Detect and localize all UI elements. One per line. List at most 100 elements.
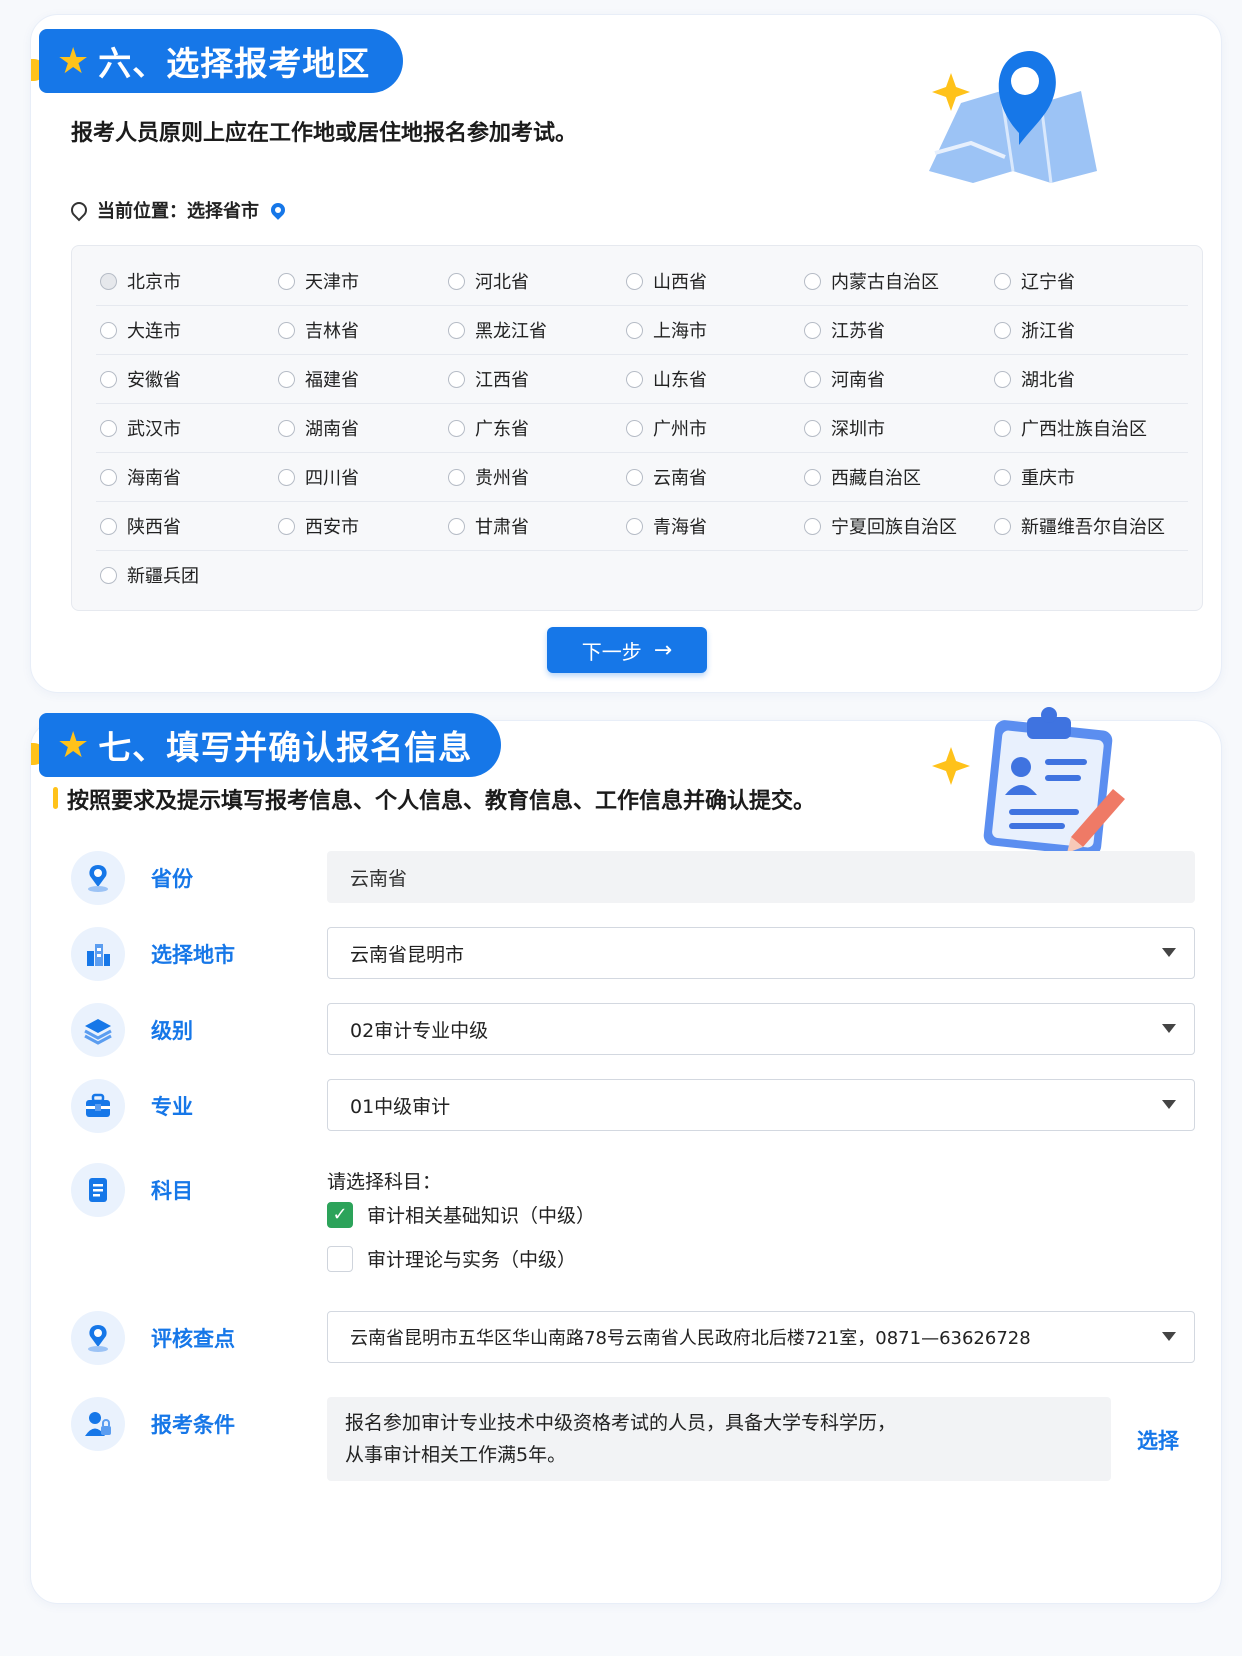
region-option[interactable]: 吉林省 [278,317,359,343]
region-option[interactable]: 广州市 [626,415,707,441]
province-field: 云南省 [327,851,1195,903]
region-option[interactable]: 四川省 [278,464,359,490]
region-option[interactable]: 湖南省 [278,415,359,441]
radio-button[interactable] [626,517,643,535]
radio-button[interactable] [100,321,117,339]
region-option[interactable]: 新疆维吾尔自治区 [994,513,1165,539]
major-select[interactable]: 01中级审计 [327,1079,1195,1131]
region-option[interactable]: 山东省 [626,366,707,392]
region-option[interactable]: 湖北省 [994,366,1075,392]
region-option[interactable]: 福建省 [278,366,359,392]
radio-button[interactable] [448,468,465,486]
radio-button[interactable] [278,468,295,486]
radio-button[interactable] [448,370,465,388]
condition-select-link[interactable]: 选择 [1137,1425,1179,1455]
region-option[interactable]: 深圳市 [804,415,885,441]
radio-button[interactable] [804,370,821,388]
radio-button[interactable] [100,566,117,584]
region-row: 北京市 天津市 河北省 山西省 内蒙古自治区 辽宁省 [96,256,1188,306]
region-option[interactable]: 广东省 [448,415,529,441]
checkbox-unchecked[interactable] [327,1245,353,1272]
region-option[interactable]: 辽宁省 [994,268,1075,294]
radio-button[interactable] [626,370,643,388]
radio-button[interactable] [994,321,1011,339]
city-row: 选择地市 云南省昆明市 [71,925,1201,985]
radio-button[interactable] [804,321,821,339]
review-point-select[interactable]: 云南省昆明市五华区华山南路78号云南省人民政府北后楼721室，0871—6362… [327,1311,1195,1363]
radio-button[interactable] [626,419,643,437]
radio-button[interactable] [278,517,295,535]
region-option[interactable]: 广西壮族自治区 [994,415,1147,441]
radio-button[interactable] [278,272,295,290]
radio-button[interactable] [804,517,821,535]
region-option-label: 大连市 [127,321,181,342]
condition-line-1: 报名参加审计专业技术中级资格考试的人员，具备大学专科学历， [345,1412,897,1434]
radio-button[interactable] [278,321,295,339]
region-option-label: 河北省 [475,272,529,293]
region-option[interactable]: 西安市 [278,513,359,539]
region-option[interactable]: 山西省 [626,268,707,294]
radio-button[interactable] [994,272,1011,290]
radio-button[interactable] [448,272,465,290]
location-pin-icon[interactable] [268,200,288,220]
region-option[interactable]: 青海省 [626,513,707,539]
subject-option-basic[interactable]: ✓ 审计相关基础知识（中级） [327,1201,595,1228]
city-select-value: 云南省昆明市 [350,943,465,966]
chevron-down-icon [1162,1024,1176,1033]
region-row: 安徽省 福建省 江西省 山东省 河南省 湖北省 [96,354,1188,404]
radio-button[interactable] [994,468,1011,486]
region-option[interactable]: 西藏自治区 [804,464,921,490]
radio-button[interactable] [448,419,465,437]
region-option-label: 广东省 [475,419,529,440]
region-option[interactable]: 北京市 [100,268,181,294]
subject-option-practice[interactable]: 审计理论与实务（中级） [327,1245,576,1272]
region-option[interactable]: 贵州省 [448,464,529,490]
radio-button[interactable] [804,468,821,486]
next-step-button[interactable]: 下一步 → [547,627,707,673]
region-option[interactable]: 甘肃省 [448,513,529,539]
region-option[interactable]: 江苏省 [804,317,885,343]
region-row: 新疆兵团 [96,550,1188,599]
radio-button[interactable] [804,272,821,290]
radio-button[interactable] [994,419,1011,437]
region-option[interactable]: 武汉市 [100,415,181,441]
level-select-value: 02审计专业中级 [350,1019,489,1042]
radio-button[interactable] [626,468,643,486]
radio-button[interactable] [994,370,1011,388]
radio-button[interactable] [804,419,821,437]
region-option[interactable]: 浙江省 [994,317,1075,343]
region-option[interactable]: 内蒙古自治区 [804,268,939,294]
region-option-label: 江苏省 [831,321,885,342]
region-option[interactable]: 海南省 [100,464,181,490]
checkbox-checked[interactable]: ✓ [327,1201,353,1228]
region-option[interactable]: 河南省 [804,366,885,392]
radio-button[interactable] [278,370,295,388]
region-option[interactable]: 江西省 [448,366,529,392]
radio-button[interactable] [626,321,643,339]
radio-button[interactable] [448,321,465,339]
radio-button[interactable] [448,517,465,535]
region-option[interactable]: 河北省 [448,268,529,294]
radio-button[interactable] [100,272,117,290]
radio-button[interactable] [278,419,295,437]
region-option[interactable]: 新疆兵团 [100,562,199,588]
region-option[interactable]: 重庆市 [994,464,1075,490]
region-option[interactable]: 大连市 [100,317,181,343]
region-option[interactable]: 陕西省 [100,513,181,539]
region-option[interactable]: 上海市 [626,317,707,343]
region-option[interactable]: 宁夏回族自治区 [804,513,957,539]
region-option[interactable]: 黑龙江省 [448,317,547,343]
region-option[interactable]: 安徽省 [100,366,181,392]
radio-button[interactable] [100,517,117,535]
radio-button[interactable] [100,370,117,388]
region-option-label: 海南省 [127,468,181,489]
radio-button[interactable] [626,272,643,290]
region-option[interactable]: 云南省 [626,464,707,490]
radio-button[interactable] [994,517,1011,535]
radio-button[interactable] [100,468,117,486]
region-option[interactable]: 天津市 [278,268,359,294]
subject-prompt: 请选择科目： [327,1171,442,1193]
radio-button[interactable] [100,419,117,437]
level-select[interactable]: 02审计专业中级 [327,1003,1195,1055]
city-select[interactable]: 云南省昆明市 [327,927,1195,979]
